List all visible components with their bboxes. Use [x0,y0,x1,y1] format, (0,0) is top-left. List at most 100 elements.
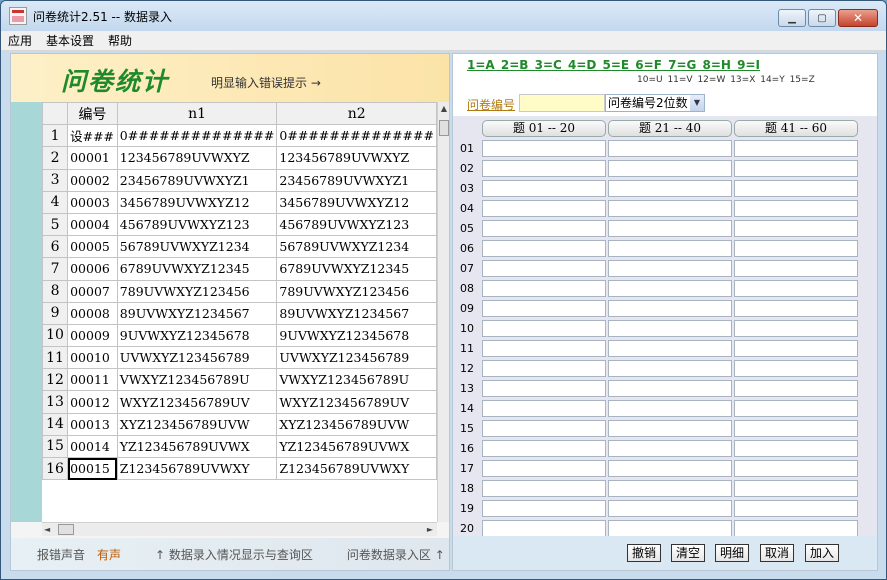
add-button[interactable]: 加入 [805,544,839,562]
answer-input-col2[interactable] [608,280,732,297]
answer-input-col2[interactable] [608,300,732,317]
answer-input-col2[interactable] [608,320,732,337]
grid-cell[interactable]: 23456789UVWXYZ1 [116,168,278,192]
grid-cell[interactable]: WXYZ123456789UV [276,390,437,414]
answer-input-col1[interactable] [482,420,606,437]
maximize-button[interactable]: ▢ [808,9,836,27]
grid-cell[interactable]: YZ123456789UVWX [116,434,278,459]
answer-input-col1[interactable] [482,340,606,357]
grid-cell[interactable]: XYZ123456789UVW [276,412,437,436]
grid-cell[interactable]: 456789UVWXYZ123 [116,212,278,237]
scroll-right-icon[interactable]: ► [427,523,433,537]
grid-cell[interactable]: 00005 [67,235,118,259]
answer-input-col1[interactable] [482,460,606,477]
detail-button[interactable]: 明细 [715,544,749,562]
answer-input-col1[interactable] [482,280,606,297]
grid-cell[interactable]: UVWXYZ123456789 [276,346,437,370]
row-number-cell[interactable]: 13 [42,390,69,414]
grid-cell[interactable]: 00004 [67,212,118,237]
answer-input-col1[interactable] [482,400,606,417]
grid-cell[interactable]: YZ123456789UVWX [276,434,437,459]
grid-cell[interactable]: 89UVWXYZ1234567 [116,301,278,325]
answer-input-col2[interactable] [608,240,732,257]
row-number-cell[interactable]: 16 [42,456,69,481]
answer-input-col1[interactable] [482,260,606,277]
grid-cell[interactable]: 00011 [67,368,118,392]
answer-input-col2[interactable] [608,380,732,397]
grid-header-2[interactable]: n1 [116,102,278,126]
grid-cell[interactable]: 789UVWXYZ123456 [276,279,437,303]
grid-cell[interactable]: 123456789UVWXYZ [276,146,437,170]
grid-cell[interactable]: 00010 [67,346,118,370]
row-number-cell[interactable]: 15 [42,434,69,459]
questionnaire-number-input[interactable] [519,94,605,112]
grid-cell[interactable]: 9UVWXYZ12345678 [276,323,437,348]
answer-input-col3[interactable] [734,260,858,277]
answer-input-col1[interactable] [482,480,606,497]
answer-input-col2[interactable] [608,340,732,357]
chevron-down-icon[interactable]: ▼ [690,95,704,111]
answer-input-col3[interactable] [734,180,858,197]
row-number-cell[interactable]: 6 [42,235,69,259]
answer-input-col1[interactable] [482,160,606,177]
grid-cell[interactable]: 设### [67,124,118,148]
grid-cell[interactable]: 23456789UVWXYZ1 [276,168,437,192]
grid-cell[interactable]: 00006 [67,257,118,281]
grid-cell[interactable]: 3456789UVWXYZ12 [276,190,437,214]
answer-input-col3[interactable] [734,500,858,517]
answer-input-col3[interactable] [734,280,858,297]
answer-input-col1[interactable] [482,320,606,337]
answer-input-col1[interactable] [482,360,606,377]
row-number-cell[interactable]: 7 [42,257,69,281]
answer-input-col1[interactable] [482,140,606,157]
grid-cell[interactable]: Z123456789UVWXY [116,456,278,481]
grid-cell[interactable]: 6789UVWXYZ12345 [276,257,437,281]
answer-input-col1[interactable] [482,500,606,517]
row-number-cell[interactable]: 4 [42,190,69,214]
grid-header-0[interactable] [42,102,69,126]
cancel-button[interactable]: 取消 [760,544,794,562]
grid-cell[interactable]: 00014 [67,434,118,459]
menu-settings[interactable]: 基本设置 [39,32,101,49]
answer-input-col1[interactable] [482,380,606,397]
grid-cell[interactable]: 789UVWXYZ123456 [116,279,278,303]
answer-input-col2[interactable] [608,520,732,537]
scroll-thumb[interactable] [439,120,449,136]
grid-cell[interactable]: 00001 [67,146,118,170]
grid-cell[interactable]: 123456789UVWXYZ [116,146,278,170]
row-number-cell[interactable]: 10 [42,323,69,348]
row-number-cell[interactable]: 1 [42,124,69,148]
answer-input-col2[interactable] [608,180,732,197]
questionnaire-number-label[interactable]: 问卷编号 [467,96,515,113]
grid-cell[interactable]: 0############## [276,124,437,148]
row-number-cell[interactable]: 2 [42,146,69,170]
title-bar[interactable]: 问卷统计2.51 -- 数据录入 ▁ ▢ ✕ [1,1,886,31]
answer-input-col3[interactable] [734,440,858,457]
grid-cell[interactable]: 3456789UVWXYZ12 [116,190,278,214]
grid-cell[interactable]: 00008 [67,301,118,325]
grid-cell[interactable]: 0############## [116,124,278,148]
hscroll-thumb[interactable] [58,524,74,535]
data-grid[interactable]: 编号 n1 n2 1 设### 0############## 0############… [42,102,437,522]
answer-input-col2[interactable] [608,200,732,217]
grid-cell[interactable]: 00013 [67,412,118,436]
row-number-cell[interactable]: 9 [42,301,69,325]
answer-input-col3[interactable] [734,140,858,157]
answer-input-col2[interactable] [608,420,732,437]
answer-input-col3[interactable] [734,220,858,237]
menu-app[interactable]: 应用 [1,32,39,49]
grid-cell[interactable]: 56789UVWXYZ1234 [276,235,437,259]
answer-input-col1[interactable] [482,220,606,237]
grid-cell[interactable]: VWXYZ123456789U [116,368,278,392]
answer-input-col3[interactable] [734,360,858,377]
answer-input-col2[interactable] [608,360,732,377]
scroll-up-icon[interactable]: ▲ [438,102,450,116]
grid-cell[interactable]: XYZ123456789UVW [116,412,278,436]
grid-cell[interactable]: VWXYZ123456789U [276,368,437,392]
answer-input-col2[interactable] [608,140,732,157]
answer-input-col3[interactable] [734,200,858,217]
grid-cell[interactable]: 456789UVWXYZ123 [276,212,437,237]
grid-cell[interactable]: 9UVWXYZ12345678 [116,323,278,348]
answer-input-col3[interactable] [734,300,858,317]
row-number-cell[interactable]: 12 [42,368,69,392]
